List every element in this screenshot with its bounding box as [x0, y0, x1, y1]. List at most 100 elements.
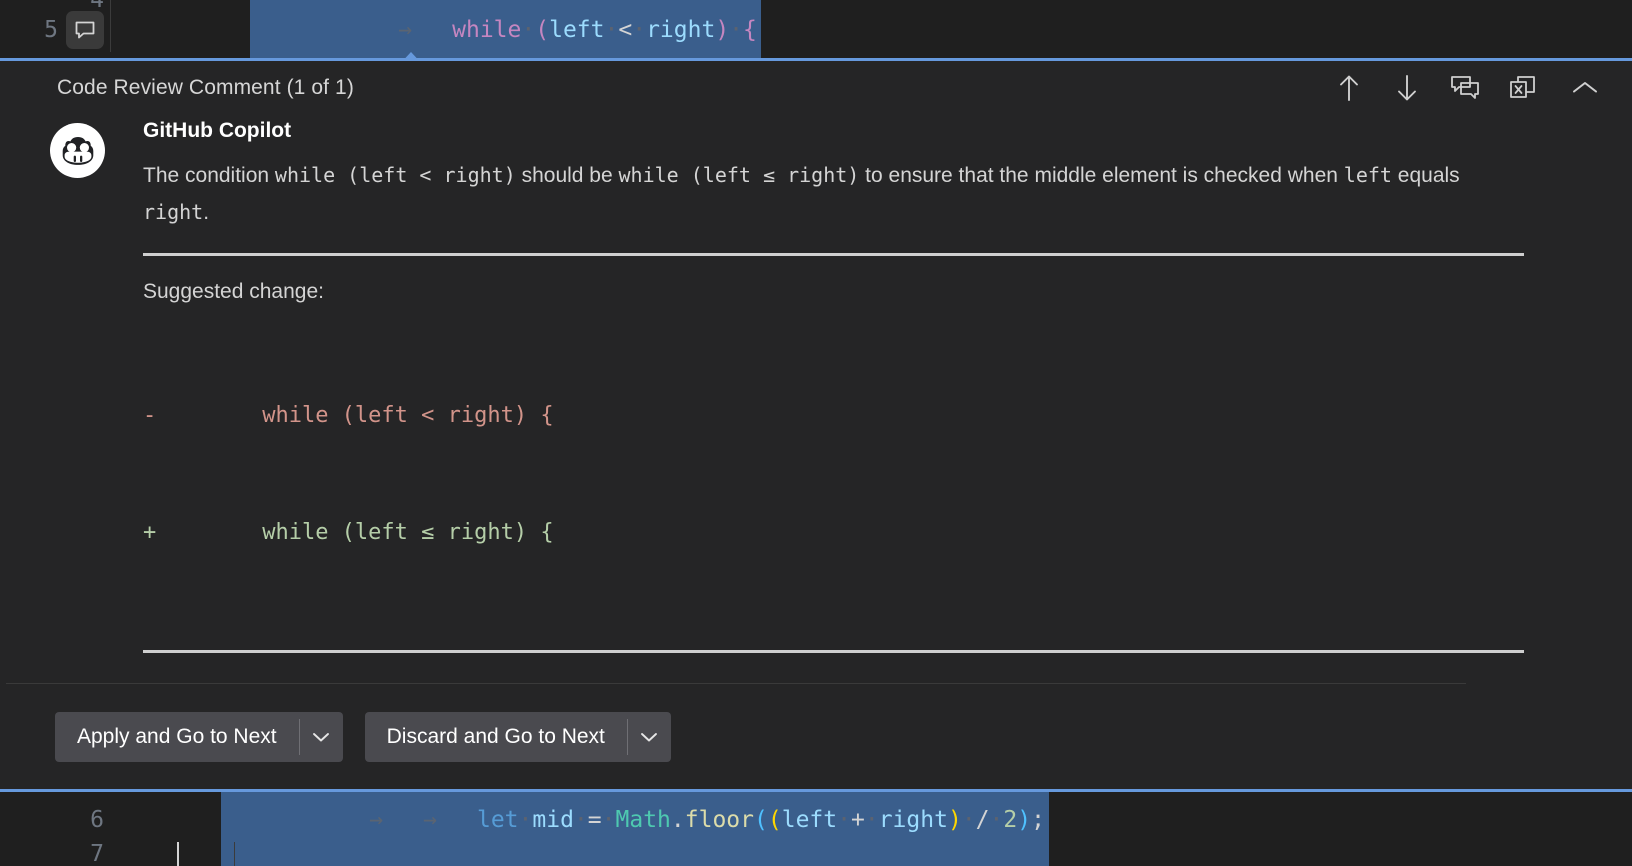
widget-header-actions	[1332, 71, 1610, 105]
gutter-line-6: 6	[0, 798, 110, 842]
gutter-line-5: 5	[0, 8, 110, 52]
code-line-5-text[interactable]: → while·(left·<·right)·{	[139, 0, 761, 58]
comment-author: GitHub Copilot	[143, 119, 292, 142]
code-token: <	[618, 17, 633, 43]
code-token: left	[781, 807, 838, 833]
discard-and-go-to-next-label: Discard and Go to Next	[386, 725, 605, 748]
code-token: right	[878, 807, 948, 833]
code-token: +	[850, 807, 865, 833]
diff-marker-added: +	[143, 520, 157, 545]
apply-dropdown-chevron-down-icon[interactable]	[300, 712, 343, 762]
diff-code-added: while (left ≤ right) {	[156, 520, 554, 545]
code-token: /	[975, 807, 990, 833]
line-number: 7	[90, 841, 104, 866]
code-token: ·	[573, 807, 588, 833]
code-token: ·	[989, 807, 1004, 833]
code-token: floor	[684, 807, 755, 833]
inline-code-1: while (left < right)	[274, 163, 516, 187]
inline-code-2: while (left ≤ right)	[618, 163, 860, 187]
comment-content: GitHub Copilot The condition while (left…	[105, 119, 1610, 653]
code-token: ·	[729, 17, 744, 43]
comment-seg-5: .	[203, 201, 210, 224]
code-token: (	[535, 17, 550, 43]
cursor	[177, 842, 179, 866]
next-comment-icon[interactable]	[1390, 71, 1424, 105]
code-token: mid	[532, 807, 574, 833]
code-token: ·	[864, 807, 879, 833]
code-token: ·	[518, 807, 533, 833]
code-token: (	[754, 807, 768, 833]
code-token: )	[947, 807, 962, 833]
code-line-6[interactable]: 6 → → let·mid·=·Math.floor((left·+·right)·…	[0, 792, 1632, 866]
tab-indent-arrow-1: →	[369, 807, 384, 833]
code-token: =	[587, 807, 602, 833]
code-token: ·	[632, 17, 647, 43]
comment-seg-2: should be	[515, 164, 619, 187]
github-copilot-avatar	[50, 123, 105, 178]
line-number: 6	[90, 807, 104, 833]
tab-indent-arrow-2: →	[423, 807, 437, 833]
fold-column	[110, 8, 139, 52]
diff-line-removed: - while (left < right) {	[143, 396, 1610, 435]
inline-code-4: right	[143, 200, 204, 224]
fold-column	[234, 842, 235, 866]
line-number: 5	[44, 17, 58, 43]
code-token: {	[743, 17, 757, 43]
diff-code-removed: while (left < right) {	[156, 403, 554, 428]
collapse-icon[interactable]	[1568, 71, 1602, 105]
widget-pointer-arrow	[398, 52, 424, 58]
code-token: Math	[615, 807, 671, 833]
code-token: let	[476, 807, 519, 833]
widget-body: GitHub Copilot The condition while (left…	[0, 115, 1632, 653]
comment-seg-4: equals	[1391, 164, 1460, 187]
apply-and-go-to-next-label: Apply and Go to Next	[77, 725, 277, 748]
code-token: ·	[601, 807, 616, 833]
widget-header: Code Review Comment (1 of 1)	[0, 61, 1632, 115]
line-number: 4	[90, 0, 104, 13]
code-line-5[interactable]: 5 → while·(left·<·right)·{	[0, 0, 1632, 58]
code-token: )	[1017, 807, 1032, 833]
code-token: right	[646, 17, 716, 43]
suggested-change-label: Suggested change:	[143, 280, 324, 303]
widget-title: Code Review Comment (1 of 1)	[57, 76, 354, 99]
inline-code-3: left	[1343, 163, 1392, 187]
diff-line-added: + while (left ≤ right) {	[143, 513, 1610, 552]
code-tokens-line-5: while·(left·<·right)·{	[452, 17, 757, 43]
code-token: ·	[604, 17, 619, 43]
apply-and-go-to-next-button[interactable]: Apply and Go to Next	[55, 712, 343, 762]
code-review-comment-widget: Code Review Comment (1 of 1) GitHub Copi…	[0, 61, 1632, 789]
gutter-line-7: 7	[0, 842, 110, 866]
comment-seg-1: The condition	[143, 164, 275, 187]
code-token: .	[670, 807, 685, 833]
code-token: ;	[1031, 807, 1045, 833]
gutter-line-4: 4	[0, 0, 110, 13]
comment-thread-icon[interactable]	[1448, 71, 1482, 105]
editor-with-review-comment: 4 5 → while·(left·<·right)·{Code Review…	[0, 0, 1632, 866]
code-token: )	[715, 17, 730, 43]
fold-column	[110, 0, 139, 8]
close-all-comments-icon[interactable]	[1506, 71, 1540, 105]
comment-indicator-icon[interactable]	[66, 11, 104, 49]
comment-seg-3: to ensure that the middle element is che…	[859, 164, 1344, 187]
comment-text: The condition while (left < right) shoul…	[143, 157, 1488, 231]
widget-bottom-spacer	[0, 762, 1632, 789]
code-area-above: 4 5 → while·(left·<·right)·{	[0, 0, 1632, 58]
code-token: left	[549, 17, 605, 43]
code-tokens-line-6: let·mid·=·Math.floor((left·+·right)·/·2)…	[477, 807, 1045, 833]
widget-actions: Apply and Go to Next Discard and Go to N…	[0, 684, 1632, 762]
discard-dropdown-chevron-down-icon[interactable]	[628, 712, 671, 762]
code-token: ·	[837, 807, 851, 833]
code-area-below: 6 → → let·mid·=·Math.floor((left·+·right)·…	[0, 792, 1632, 866]
previous-comment-icon[interactable]	[1332, 71, 1366, 105]
code-token: while	[452, 17, 522, 43]
code-token: ·	[521, 17, 536, 43]
diff-marker-removed: -	[143, 403, 157, 428]
code-token: (	[767, 807, 782, 833]
code-token: ·	[961, 807, 976, 833]
divider-above-suggestion	[143, 253, 1524, 256]
code-token: 2	[1003, 807, 1018, 833]
tab-indent-arrow: →	[398, 17, 413, 43]
suggested-change-diff: - while (left < right) { + while (left ≤…	[143, 318, 1610, 630]
code-line-7[interactable]: 7	[0, 842, 1632, 866]
discard-and-go-to-next-button[interactable]: Discard and Go to Next	[364, 712, 671, 762]
